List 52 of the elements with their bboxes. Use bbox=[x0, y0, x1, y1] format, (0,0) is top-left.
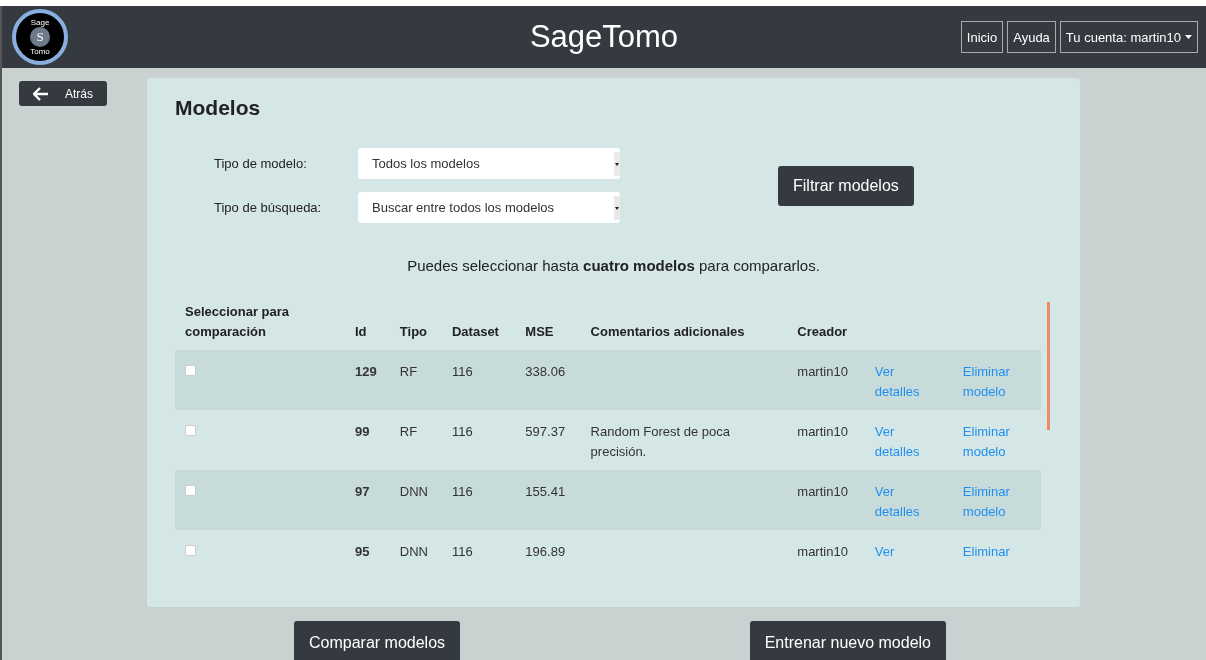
filter-label: Tipo de búsqueda: bbox=[214, 200, 323, 215]
table-cell: martin10 bbox=[787, 350, 865, 410]
table-cell: RF bbox=[389, 350, 442, 410]
action-button[interactable]: Comparar modelos bbox=[294, 621, 461, 660]
page-heading: Modelos bbox=[175, 96, 262, 120]
table-cell: DNN bbox=[389, 470, 442, 530]
selection-note: Puedes seleccionar hasta cuatro modelos para compararlos. bbox=[406, 257, 821, 274]
column-header: Comentarios adicionales bbox=[580, 302, 788, 350]
select-field[interactable]: Buscar entre todos los modelos bbox=[358, 192, 620, 223]
table-cell: RF bbox=[389, 410, 442, 470]
table-cell: 155.41 bbox=[515, 470, 581, 530]
table-cell: 116 bbox=[442, 350, 516, 410]
row-checkbox[interactable] bbox=[185, 365, 196, 376]
column-header: Tipo bbox=[389, 302, 442, 350]
table-cell: martin10 bbox=[787, 470, 865, 530]
table-cell: 116 bbox=[442, 530, 516, 563]
table-cell-text: Random Forest de poca precisión. bbox=[590, 423, 732, 461]
column-header: MSE bbox=[515, 302, 581, 350]
table-cell: 97 bbox=[345, 470, 390, 530]
filter-label: Tipo de modelo: bbox=[214, 156, 308, 171]
table-cell: 129 bbox=[345, 350, 390, 410]
table-cell: DNN bbox=[389, 530, 442, 563]
column-header: Seleccionar para comparación bbox=[175, 302, 345, 350]
table-cell: 95 bbox=[345, 530, 390, 563]
table-cell: 99 bbox=[345, 410, 390, 470]
column-header: Id bbox=[345, 302, 390, 350]
column-header: Dataset bbox=[442, 302, 516, 350]
caret-icon bbox=[1185, 35, 1192, 39]
nav-link[interactable]: Inicio bbox=[960, 21, 1004, 53]
action-button[interactable]: Entrenar nuevo modelo bbox=[749, 621, 946, 660]
row-checkbox[interactable] bbox=[185, 425, 196, 436]
logo-text: Tomo bbox=[30, 47, 50, 56]
arrow-left-icon bbox=[33, 86, 49, 101]
app-title: SageTomo bbox=[529, 19, 679, 55]
logo-text: Sage bbox=[30, 18, 50, 27]
row-checkbox[interactable] bbox=[185, 545, 196, 556]
column-header: Creador bbox=[787, 302, 865, 350]
table-cell: martin10 bbox=[787, 410, 865, 470]
account-dropdown[interactable]: Tu cuenta: martin10 bbox=[1059, 21, 1198, 53]
row-checkbox[interactable] bbox=[185, 485, 196, 496]
table-cell: 597.37 bbox=[515, 410, 581, 470]
back-button[interactable]: Atrás bbox=[19, 81, 107, 106]
select-field[interactable]: Todos los modelos bbox=[358, 148, 620, 179]
table-cell: 116 bbox=[442, 410, 516, 470]
nav-link[interactable]: Ayuda bbox=[1007, 21, 1056, 53]
logo-letter: S bbox=[30, 27, 50, 47]
table-cell: 196.89 bbox=[515, 530, 581, 563]
table-cell: martin10 bbox=[787, 530, 865, 563]
scrollbar[interactable] bbox=[1047, 302, 1050, 430]
filter-button[interactable]: Filtrar modelos bbox=[778, 165, 914, 206]
table-cell: 116 bbox=[442, 470, 516, 530]
table-cell: 338.06 bbox=[515, 350, 581, 410]
